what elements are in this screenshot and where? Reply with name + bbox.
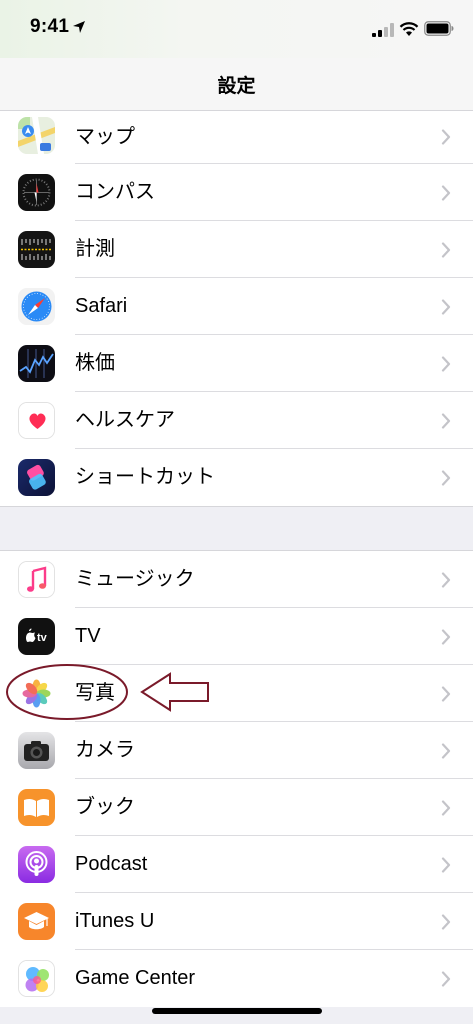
chevron-right-icon	[441, 242, 451, 258]
itunes-u-icon	[18, 903, 55, 940]
chevron-right-icon	[441, 800, 451, 816]
settings-row-label: ブック	[75, 796, 135, 818]
settings-group-apps-2: ミュージック tv TV 写真 カメラ ブック Podcast iTunes U…	[0, 550, 473, 1007]
settings-row-shortcuts[interactable]: ショートカット	[0, 449, 473, 506]
chevron-right-icon	[441, 686, 451, 702]
chevron-right-icon	[441, 971, 451, 987]
settings-row-label: 計測	[75, 238, 115, 260]
settings-row-compass[interactable]: コンパス	[0, 164, 473, 221]
tv-icon: tv	[18, 618, 55, 655]
home-indicator[interactable]	[152, 1008, 322, 1014]
chevron-right-icon	[441, 629, 451, 645]
settings-row-label: カメラ	[75, 739, 135, 761]
camera-icon	[18, 732, 55, 769]
maps-icon	[18, 117, 55, 154]
chevron-right-icon	[441, 185, 451, 201]
settings-row-game-center[interactable]: Game Center	[0, 950, 473, 1007]
status-bar: 9:41	[0, 0, 473, 58]
shortcuts-icon	[18, 459, 55, 496]
chevron-right-icon	[441, 857, 451, 873]
navigation-bar: 設定	[0, 58, 473, 111]
settings-row-tv[interactable]: tv TV	[0, 608, 473, 665]
measure-icon	[18, 231, 55, 268]
settings-row-itunes-u[interactable]: iTunes U	[0, 893, 473, 950]
settings-row-stocks[interactable]: 株価	[0, 335, 473, 392]
chevron-right-icon	[441, 743, 451, 759]
settings-row-label: Game Center	[75, 967, 196, 989]
settings-row-safari[interactable]: Safari	[0, 278, 473, 335]
cellular-signal-icon	[372, 23, 394, 37]
settings-row-label: TV	[75, 625, 101, 647]
chevron-right-icon	[441, 470, 451, 486]
annotation-ellipse	[6, 664, 128, 720]
settings-row-books[interactable]: ブック	[0, 779, 473, 836]
settings-row-label: ショートカット	[75, 466, 215, 488]
music-icon	[18, 561, 55, 598]
settings-row-label: ヘルスケア	[75, 409, 175, 431]
podcast-icon	[18, 846, 55, 883]
page-title: 設定	[217, 76, 256, 97]
chevron-right-icon	[441, 356, 451, 372]
settings-row-label: Podcast	[75, 853, 148, 875]
chevron-right-icon	[441, 914, 451, 930]
svg-text:tv: tv	[37, 632, 48, 644]
settings-row-podcast[interactable]: Podcast	[0, 836, 473, 893]
settings-group-apps-1: マップ コンパス 計測 Safari 株価 ヘルスケア ショートカット	[0, 111, 473, 507]
settings-row-label: Safari	[75, 295, 128, 317]
chevron-right-icon	[441, 129, 451, 145]
compass-icon	[18, 174, 55, 211]
chevron-right-icon	[441, 572, 451, 588]
safari-icon	[18, 288, 55, 325]
settings-row-label: 株価	[75, 352, 115, 374]
settings-row-measure[interactable]: 計測	[0, 221, 473, 278]
settings-row-music[interactable]: ミュージック	[0, 551, 473, 608]
settings-row-camera[interactable]: カメラ	[0, 722, 473, 779]
settings-row-health[interactable]: ヘルスケア	[0, 392, 473, 449]
settings-row-label: マップ	[75, 126, 135, 148]
chevron-right-icon	[441, 299, 451, 315]
health-icon	[18, 402, 55, 439]
settings-row-maps[interactable]: マップ	[0, 111, 473, 164]
settings-row-label: コンパス	[75, 181, 155, 203]
books-icon	[18, 789, 55, 826]
annotation-arrow-icon	[140, 672, 209, 712]
status-time: 9:41	[30, 16, 70, 37]
location-arrow-icon	[73, 21, 85, 33]
settings-row-label: ミュージック	[75, 568, 195, 590]
wifi-icon	[399, 22, 419, 36]
chevron-right-icon	[441, 413, 451, 429]
battery-icon	[424, 21, 454, 36]
stocks-icon	[18, 345, 55, 382]
game-center-icon	[18, 960, 55, 997]
settings-row-label: iTunes U	[75, 910, 155, 932]
